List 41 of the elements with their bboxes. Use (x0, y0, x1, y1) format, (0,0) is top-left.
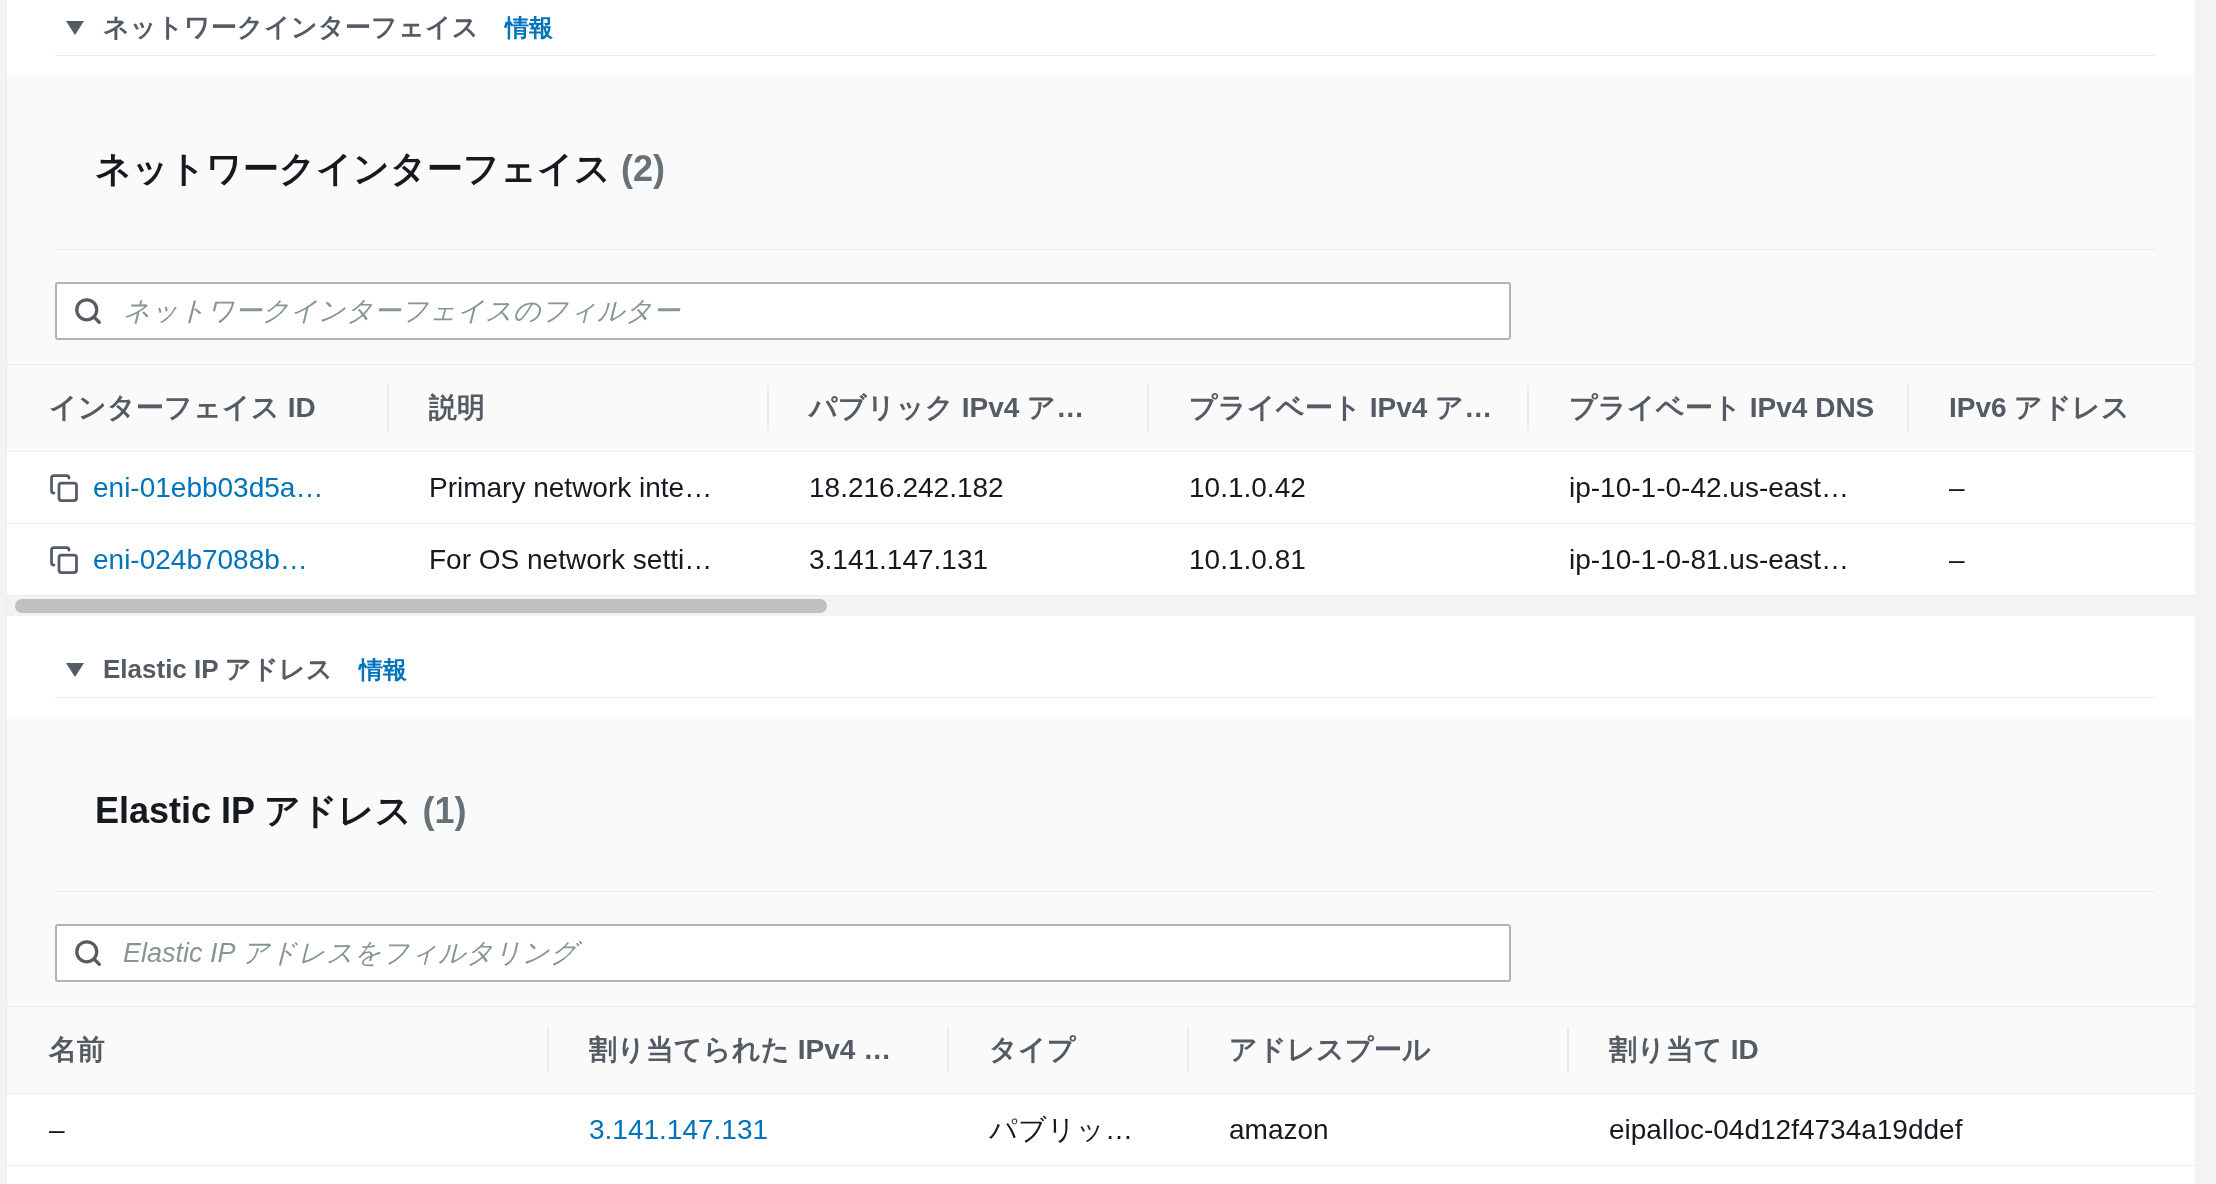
column-header[interactable]: プライベート IPv4 DNS (1569, 389, 1875, 427)
table-cell-text: パブリッ… (989, 1112, 1133, 1147)
table-cell: 10.1.0.42 (1189, 471, 1306, 504)
table-title: Elastic IP アドレス (1) (95, 789, 467, 833)
search-icon (73, 296, 103, 326)
column-header[interactable]: プライベート IPv4 ア… (1189, 389, 1493, 427)
table-title: ネットワークインターフェイス (2) (95, 147, 665, 191)
table-cell: Primary network inte… (429, 471, 713, 504)
table-cell: ip-10-1-0-42.us-east… (1569, 471, 1850, 504)
table-cell: amazon (1229, 1113, 1329, 1146)
table-cell: 3.141.147.131 (809, 543, 989, 576)
search-icon (73, 938, 103, 968)
column-header[interactable]: 説明 (429, 389, 485, 427)
table-cell: 10.1.0.81 (1189, 543, 1306, 576)
horizontal-scrollbar[interactable] (7, 596, 2195, 616)
column-header[interactable]: パブリック IPv4 ア… (809, 389, 1085, 427)
table-cell: – (1949, 543, 1965, 576)
column-header[interactable]: インターフェイス ID (49, 389, 316, 427)
info-link[interactable]: 情報 (505, 11, 553, 44)
table-cell: – (1949, 471, 1965, 504)
search-field[interactable]: Elastic IP アドレスをフィルタリング (55, 924, 1511, 982)
column-header[interactable]: 割り当てられた IPv4 … (589, 1031, 892, 1069)
table-cell: For OS network setti… (429, 543, 713, 576)
column-header[interactable]: 名前 (49, 1031, 105, 1069)
column-header[interactable]: アドレスプール (1229, 1031, 1431, 1069)
table-cell: – (49, 1113, 65, 1146)
interface-id-link[interactable]: eni-01ebb03d5a… (93, 471, 324, 504)
search-field[interactable]: ネットワークインターフェイスのフィルター (55, 282, 1511, 340)
ip-address-link[interactable]: 3.141.147.131 (589, 1113, 769, 1146)
interface-id-link[interactable]: eni-024b7088b… (93, 543, 308, 576)
column-header[interactable]: タイプ (989, 1031, 1076, 1069)
copy-button[interactable] (49, 544, 79, 575)
table-cell: ip-10-1-0-81.us-east… (1569, 543, 1850, 576)
column-header[interactable]: IPv6 アドレス (1949, 389, 2131, 427)
copy-button[interactable] (49, 472, 79, 503)
info-link[interactable]: 情報 (359, 653, 408, 686)
table-cell: eipalloc-04d12f4734a19ddef (1609, 1113, 1963, 1146)
section-header: Elastic IP アドレス (103, 653, 334, 686)
section-header: ネットワークインターフェイス (103, 11, 479, 44)
column-header[interactable]: 割り当て ID (1609, 1031, 1759, 1069)
table-cell: 18.216.242.182 (809, 471, 1004, 504)
